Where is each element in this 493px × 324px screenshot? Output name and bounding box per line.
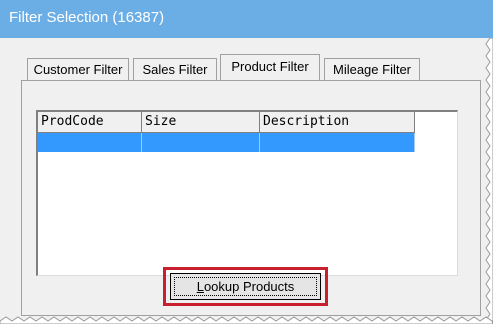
grid-header: ProdCode Size Description	[38, 112, 415, 133]
title-bar[interactable]: Filter Selection (16387)	[0, 0, 493, 38]
cell-size[interactable]	[142, 133, 260, 152]
column-header-size[interactable]: Size	[142, 112, 260, 133]
tab-label: Customer Filter	[33, 62, 123, 77]
tab-customer-filter[interactable]: Customer Filter	[27, 58, 129, 80]
window-title: Filter Selection (16387)	[9, 9, 165, 26]
tab-mileage-filter[interactable]: Mileage Filter	[324, 58, 420, 80]
filter-selection-window: Filter Selection (16387) Customer Filter…	[0, 0, 493, 324]
lookup-products-button[interactable]: Lookup Products	[170, 273, 321, 300]
tab-product-filter[interactable]: Product Filter	[220, 54, 320, 80]
column-header-description[interactable]: Description	[260, 112, 415, 133]
lookup-products-label: Lookup Products	[196, 279, 295, 294]
tab-label: Mileage Filter	[332, 62, 412, 77]
cell-prodcode[interactable]	[38, 133, 142, 152]
product-grid[interactable]: ProdCode Size Description	[36, 110, 458, 276]
tab-label: Sales Filter	[142, 62, 208, 77]
torn-edge-bottom	[0, 316, 493, 324]
tab-sales-filter[interactable]: Sales Filter	[133, 58, 217, 80]
cell-description[interactable]	[260, 133, 415, 152]
tab-label: Product Filter	[231, 59, 309, 74]
column-header-prodcode[interactable]: ProdCode	[38, 112, 142, 133]
torn-edge-right	[485, 38, 493, 324]
table-row-selected[interactable]	[38, 133, 415, 152]
